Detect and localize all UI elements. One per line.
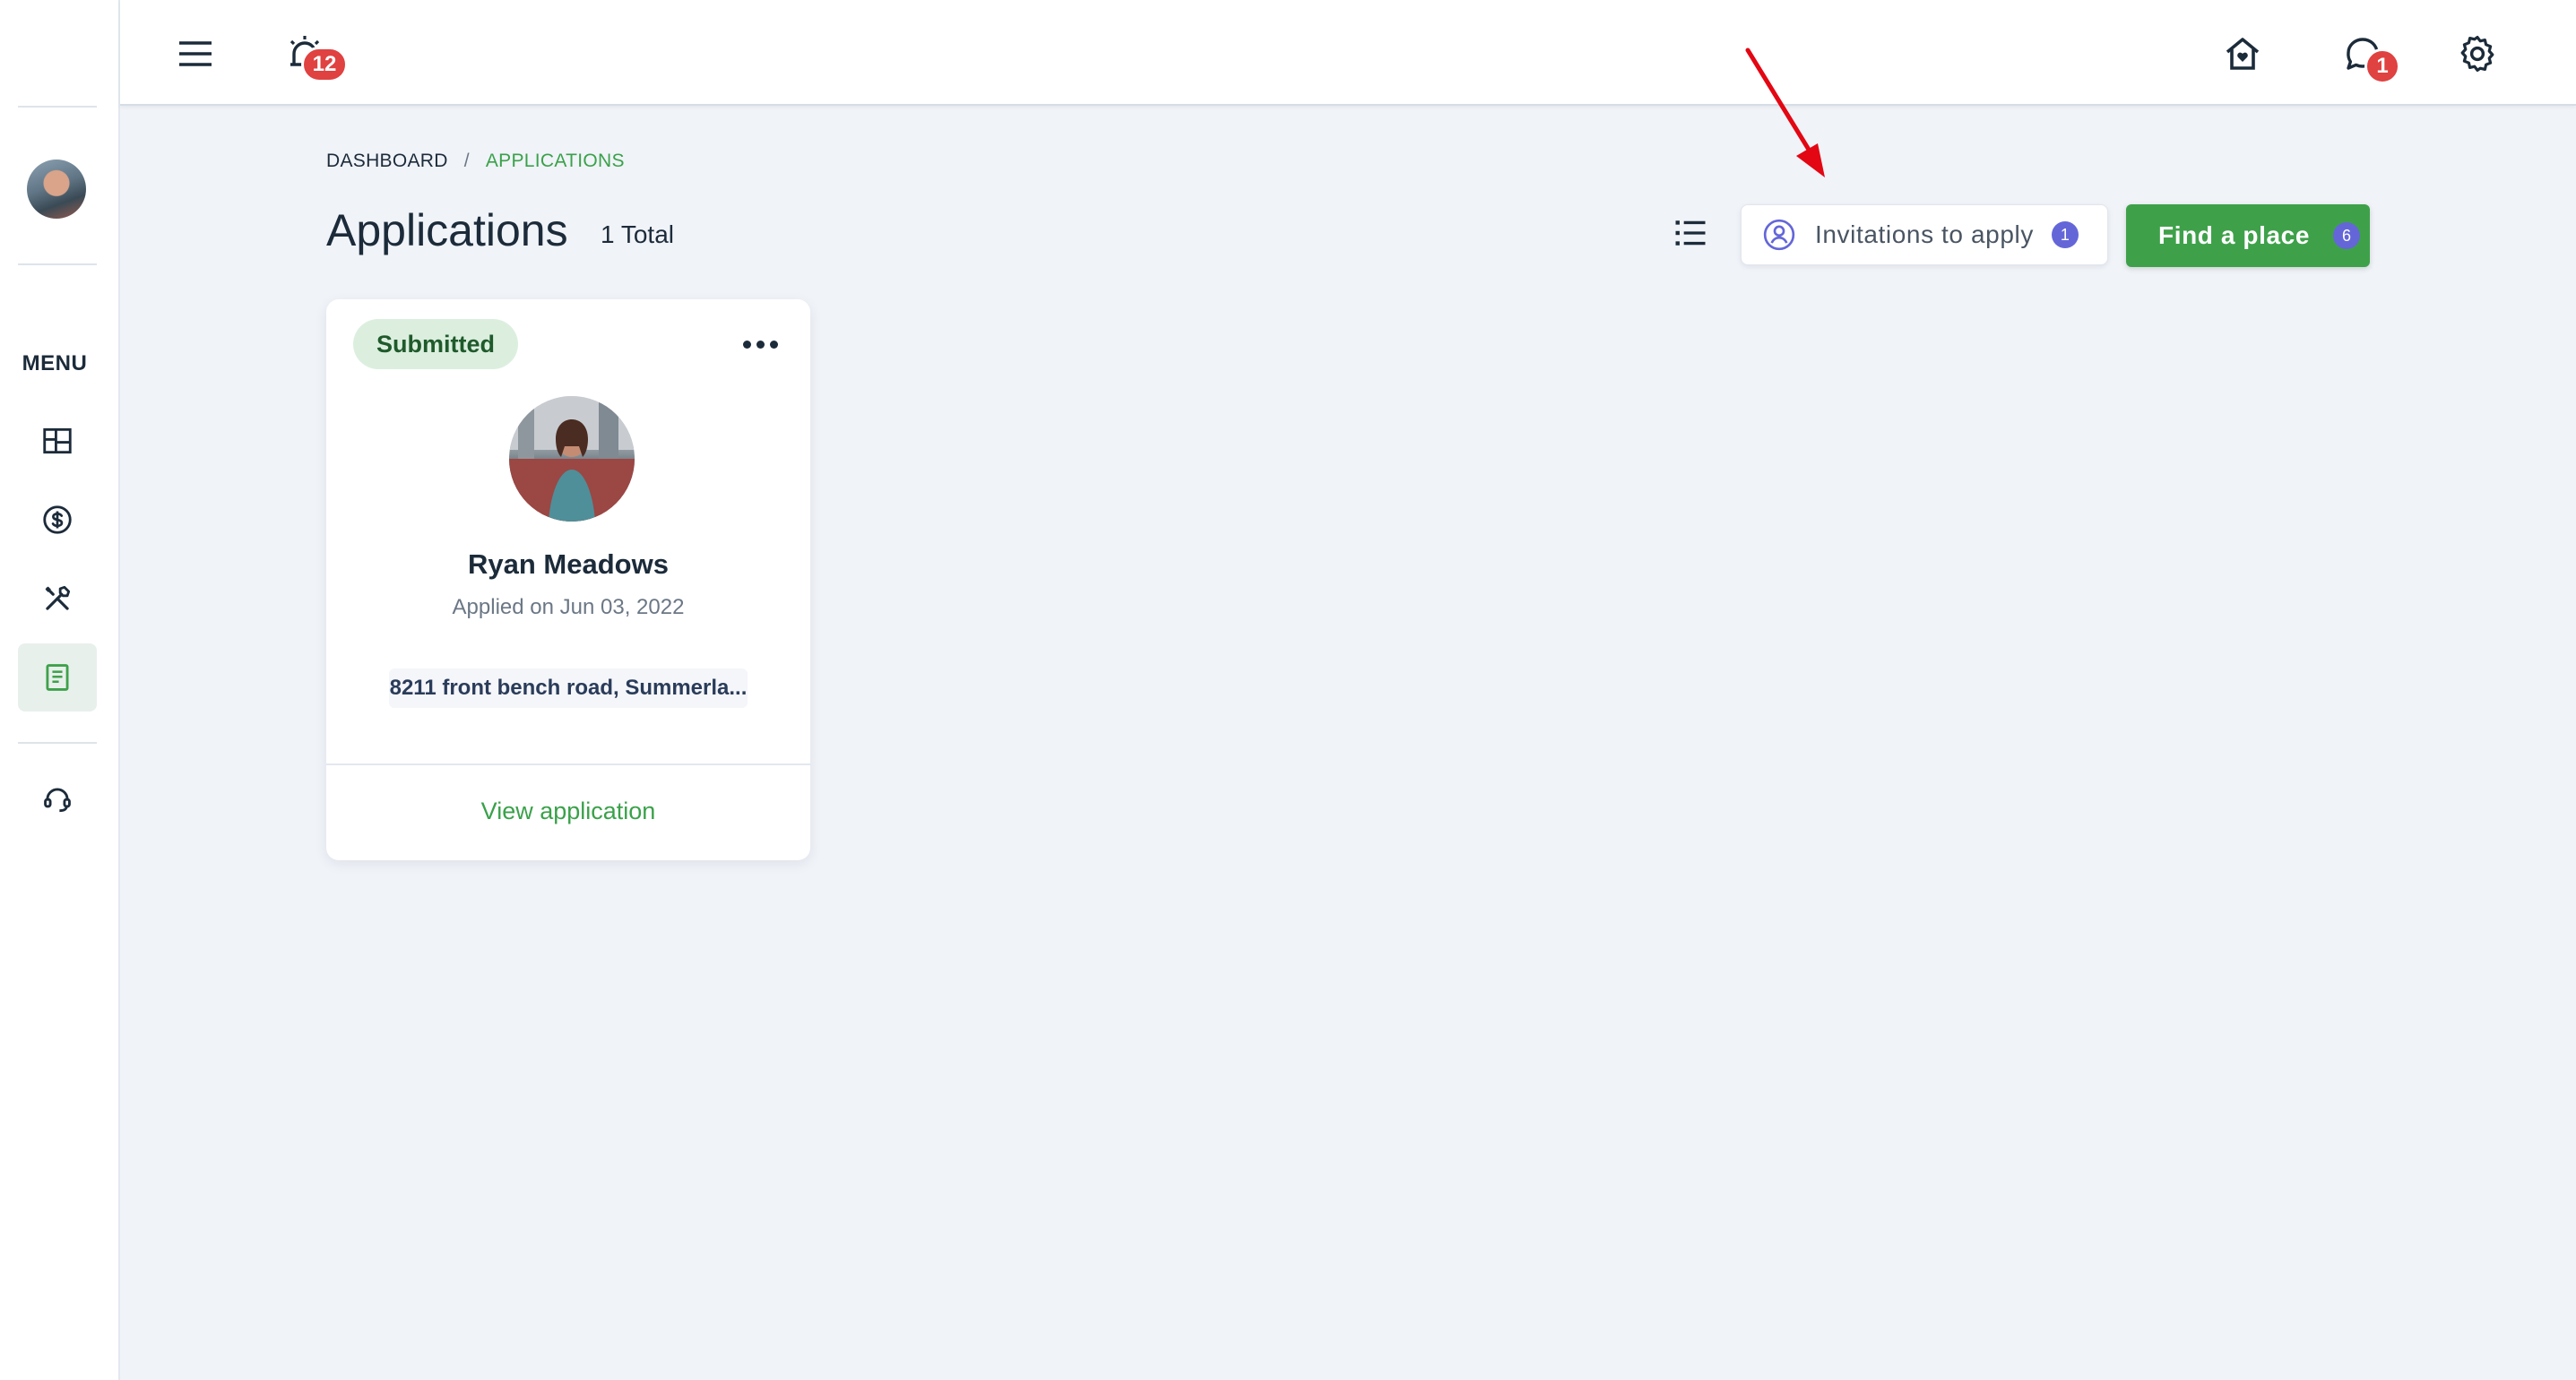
view-application-link[interactable]: View application (326, 798, 810, 825)
applied-on-date: Applied on Jun 03, 2022 (452, 595, 685, 619)
application-card: Submitted Ryan Meadows Applied on Jun 03… (326, 299, 810, 860)
breadcrumb-separator: / (463, 151, 470, 171)
gear-icon (2460, 36, 2494, 72)
home-heart-icon (2226, 38, 2260, 70)
settings-button[interactable] (2449, 25, 2506, 82)
dollar-circle-icon (43, 505, 72, 534)
card-divider (326, 763, 810, 765)
more-dot-icon (742, 340, 751, 349)
total-count: 1 Total (601, 220, 674, 248)
breadcrumb-dashboard-link[interactable]: DASHBOARD (326, 151, 448, 172)
more-dot-icon (756, 340, 765, 349)
applicant-photo (509, 396, 635, 522)
sidebar-menu-label: MENU (22, 351, 88, 375)
sidebar-item-dashboard[interactable] (18, 407, 97, 475)
messages-count-badge: 1 (2364, 48, 2400, 84)
breadcrumb-current: APPLICATIONS (485, 151, 625, 171)
more-dot-icon (769, 340, 778, 349)
invitations-label: Invitations to apply (1815, 220, 2034, 248)
applicant-avatar (509, 396, 635, 522)
sidebar-item-applications[interactable] (18, 643, 97, 712)
invitations-to-apply-button[interactable]: Invitations to apply 1 (1741, 204, 2108, 265)
top-bar: 12 1 (120, 0, 2576, 106)
sidebar-item-maintenance[interactable] (18, 565, 97, 633)
breadcrumb: DASHBOARD / APPLICATIONS (326, 151, 625, 172)
dashboard-grid-icon (43, 427, 72, 454)
hamburger-icon (179, 41, 212, 66)
sidebar-item-support[interactable] (18, 765, 97, 833)
property-address: 8211 front bench road, Summerla... (389, 668, 748, 708)
sidebar-divider (18, 263, 97, 265)
document-icon (46, 664, 69, 691)
tools-icon (45, 585, 71, 610)
notifications-count-badge: 12 (301, 47, 348, 82)
hamburger-menu-button[interactable] (167, 25, 224, 82)
headset-icon (44, 788, 71, 813)
sidebar-item-payments[interactable] (18, 486, 97, 554)
home-button[interactable] (2214, 25, 2271, 82)
list-icon (1675, 220, 1706, 246)
more-options-button[interactable] (733, 324, 787, 364)
notifications-button[interactable]: 12 (276, 25, 348, 82)
find-a-place-label: Find a place (2158, 221, 2311, 249)
page-title: Applications (326, 205, 568, 255)
sidebar: MENU (0, 0, 120, 1380)
find-a-place-count-badge: 6 (2333, 222, 2361, 249)
applicant-name: Ryan Meadows (468, 548, 669, 580)
messages-button[interactable]: 1 (2334, 25, 2400, 84)
user-circle-icon (1763, 219, 1795, 251)
invitations-count-badge: 1 (2051, 221, 2079, 248)
list-view-toggle-button[interactable] (1669, 211, 1712, 254)
status-badge: Submitted (353, 319, 518, 369)
find-a-place-button[interactable]: Find a place 6 (2126, 204, 2370, 267)
user-avatar[interactable] (27, 160, 86, 219)
sidebar-divider (18, 106, 97, 108)
sidebar-divider (18, 742, 97, 744)
